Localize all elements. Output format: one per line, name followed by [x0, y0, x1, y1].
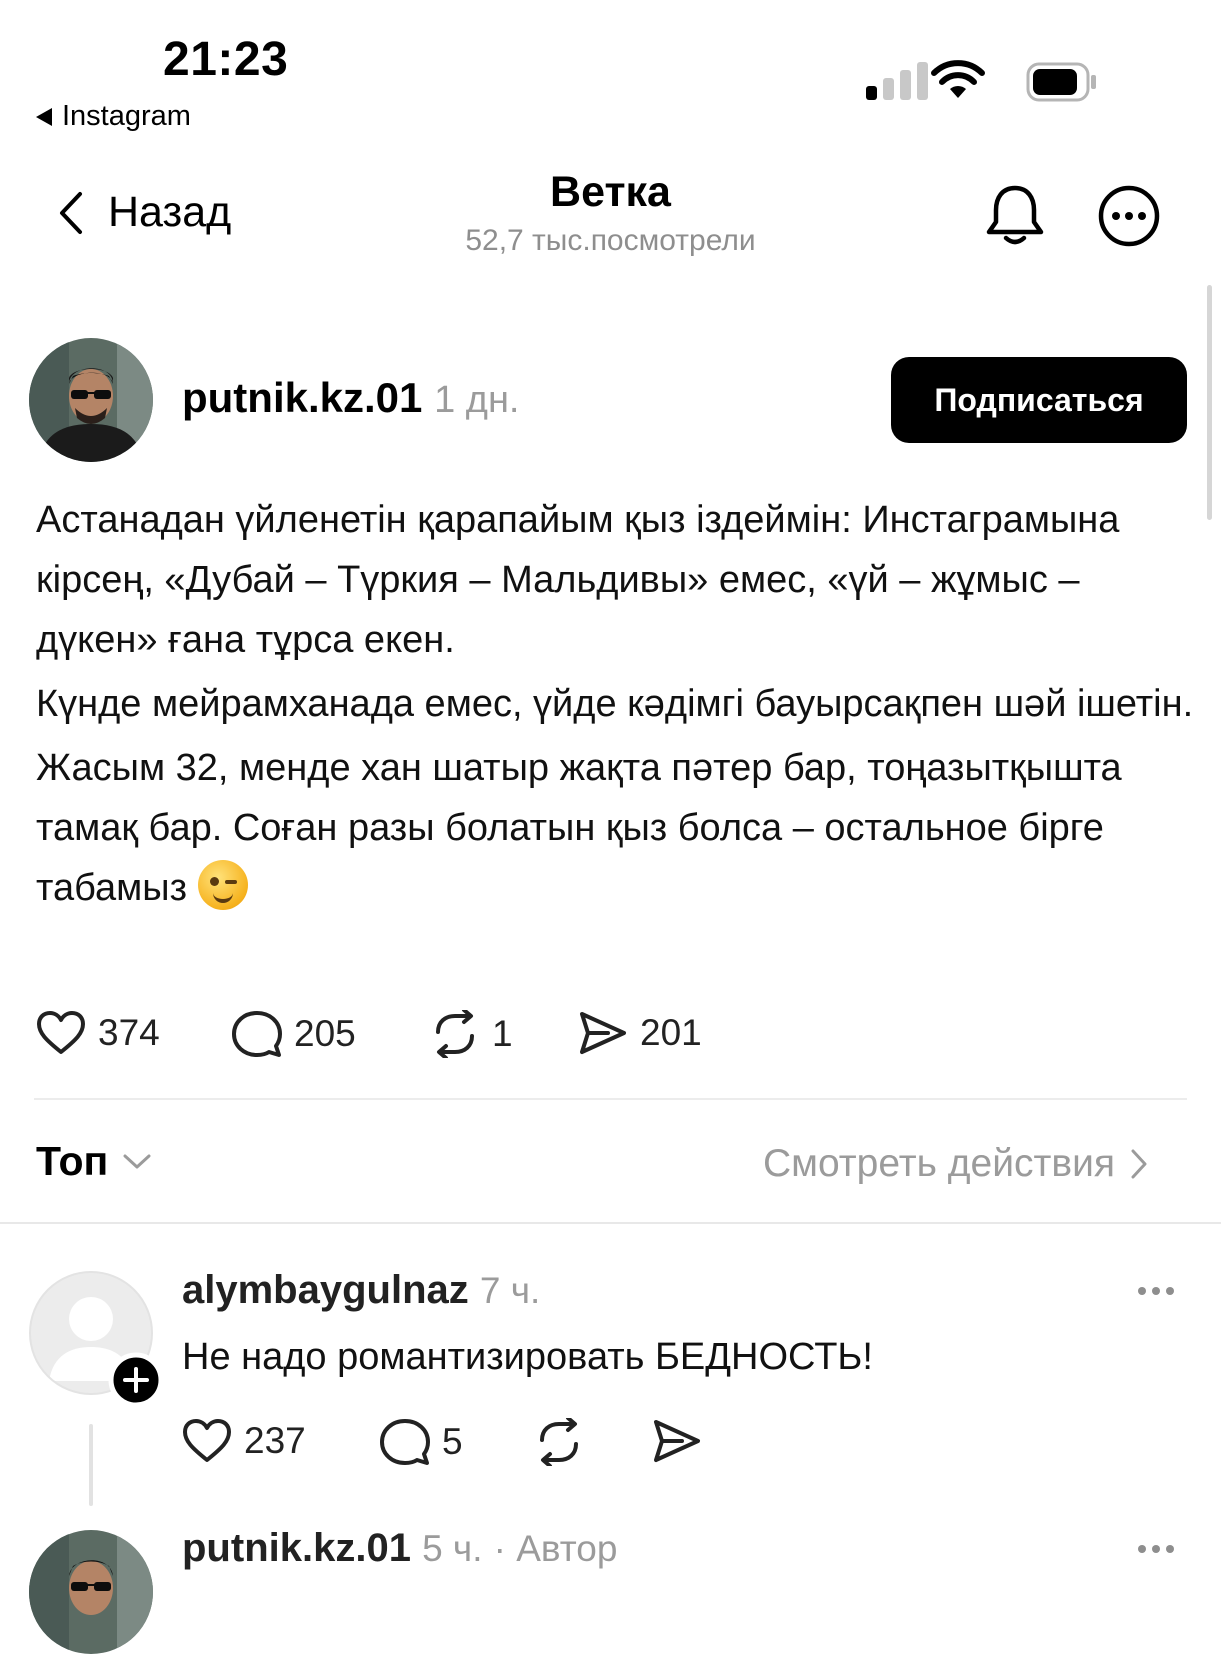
back-to-app-link[interactable]: Instagram [36, 100, 191, 133]
post-paragraph-1: Астанадан үйленетін қарапайым қыз іздейм… [36, 499, 1120, 661]
sort-label: Топ [36, 1138, 109, 1184]
repost-icon [540, 1418, 578, 1466]
reply-time: 5 ч. [422, 1528, 483, 1569]
follow-button[interactable]: Подписаться [891, 357, 1187, 443]
view-activity-label: Смотреть действия [763, 1142, 1115, 1185]
more-icon[interactable] [1097, 184, 1161, 248]
comment-share-button[interactable] [652, 1418, 702, 1464]
divider [34, 1098, 1187, 1100]
author-tag: · Автор [493, 1528, 618, 1569]
post-paragraph-3: Жасым 32, менде хан шатыр жақта пәтер ба… [36, 738, 1196, 918]
share-icon [580, 1012, 626, 1054]
comment-more-icon[interactable] [1138, 1287, 1174, 1295]
chevron-right-icon [1131, 1149, 1147, 1179]
comment-text: Не надо романтизировать БЕДНОСТЬ! [182, 1336, 873, 1378]
chevron-down-icon [123, 1154, 151, 1168]
comment-icon [232, 1011, 282, 1057]
comment-icon [380, 1419, 430, 1465]
post-text: Астанадан үйленетін қарапайым қыз іздейм… [36, 490, 1196, 922]
scrollbar[interactable] [1207, 285, 1212, 520]
comment-button[interactable]: 205 [232, 1010, 356, 1058]
heart-icon [37, 1011, 85, 1054]
thread-line [89, 1424, 93, 1506]
comment-repost-button[interactable] [534, 1418, 584, 1466]
comment-header: alymbaygulnaz 7 ч. [182, 1268, 540, 1313]
share-icon [654, 1420, 700, 1462]
reply-more-icon[interactable] [1138, 1545, 1174, 1553]
comment-reply-button[interactable]: 5 [380, 1418, 463, 1466]
repost-button[interactable]: 1 [430, 1010, 513, 1058]
author-username[interactable]: putnik.kz.01 1 дн. [182, 374, 520, 422]
view-activity-link[interactable]: Смотреть действия [763, 1142, 1149, 1186]
comment-count: 205 [294, 1013, 356, 1054]
cellular-signal-icon [866, 62, 928, 100]
like-button[interactable]: 374 [36, 1010, 160, 1056]
section-divider [0, 1222, 1221, 1224]
back-app-label: Instagram [62, 100, 191, 132]
add-follow-icon[interactable] [108, 1352, 164, 1408]
author-name[interactable]: putnik.kz.01 [182, 374, 422, 421]
repost-count: 1 [492, 1013, 513, 1054]
comment-username[interactable]: alymbaygulnaz [182, 1268, 469, 1312]
bell-icon[interactable] [984, 182, 1046, 248]
comment-reply-count: 5 [442, 1421, 463, 1462]
avatar-photo [29, 338, 153, 462]
author-avatar[interactable] [29, 338, 153, 462]
like-count: 374 [98, 1012, 160, 1053]
reply-username[interactable]: putnik.kz.01 [182, 1526, 411, 1570]
reply-author-avatar[interactable] [29, 1530, 153, 1654]
sort-dropdown[interactable]: Топ [36, 1138, 152, 1185]
heart-icon [183, 1419, 231, 1462]
comment-time: 7 ч. [479, 1270, 541, 1311]
wink-emoji-icon [197, 860, 248, 910]
battery-icon [1026, 62, 1096, 102]
repost-icon [436, 1010, 474, 1058]
share-button[interactable]: 201 [578, 1010, 702, 1056]
comment-like-count: 237 [244, 1420, 306, 1461]
post-paragraph-2: Күнде мейрамханада емес, үйде кәдімгі ба… [36, 683, 1194, 725]
reply-header: putnik.kz.01 5 ч. · Автор [182, 1526, 617, 1571]
avatar-photo [29, 1530, 153, 1654]
share-count: 201 [640, 1012, 702, 1053]
post-time: 1 дн. [434, 379, 520, 421]
status-time: 21:23 [163, 33, 289, 86]
back-triangle-icon [36, 107, 52, 126]
wifi-icon [931, 60, 985, 98]
comment-like-button[interactable]: 237 [182, 1418, 306, 1464]
